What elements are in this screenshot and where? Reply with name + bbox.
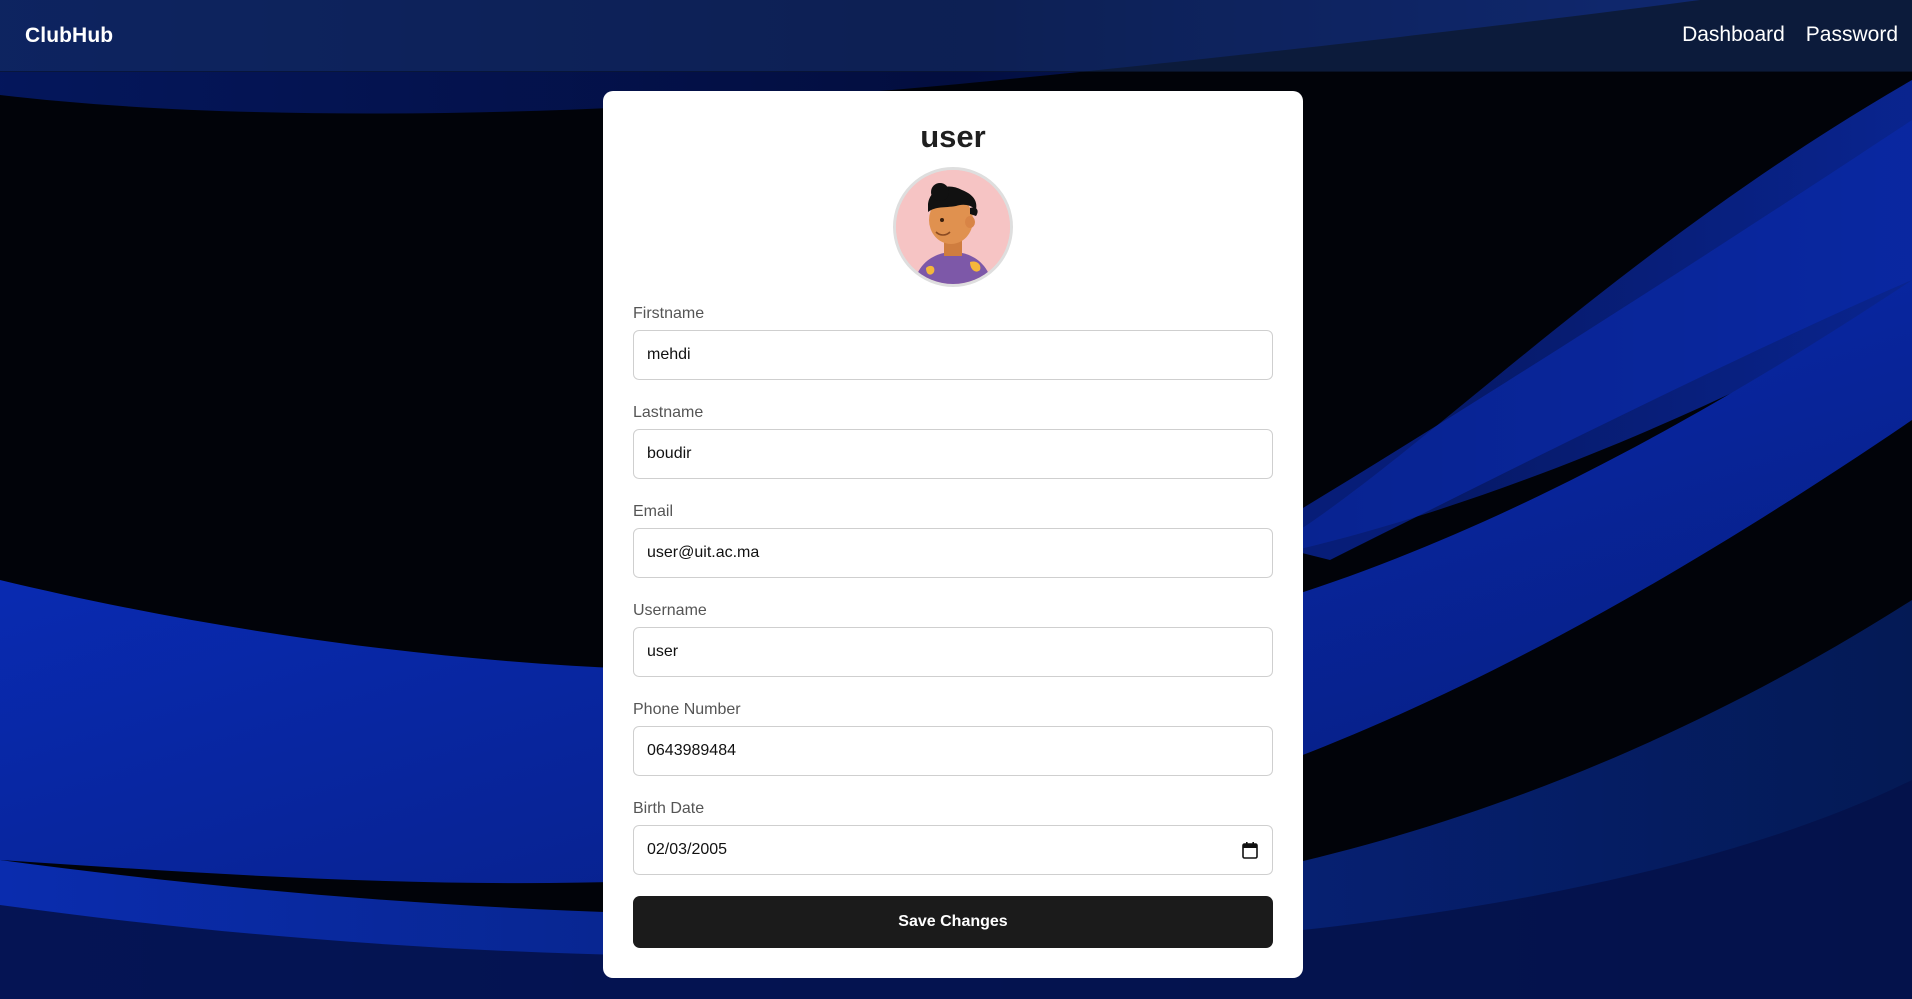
profile-card: user Firstname Lastname: [603, 91, 1303, 978]
lastname-label: Lastname: [633, 404, 704, 421]
calendar-icon[interactable]: [1242, 841, 1258, 859]
firstname-input[interactable]: [633, 330, 1273, 380]
profile-title: user: [920, 119, 986, 154]
birthdate-input[interactable]: 02/03/2005: [633, 825, 1273, 875]
user-avatar-illustration: [896, 170, 1010, 284]
phone-input[interactable]: [633, 726, 1273, 776]
username-label: Username: [633, 602, 707, 619]
firstname-field-group: Firstname: [633, 304, 1273, 380]
phone-field-group: Phone Number: [633, 700, 1273, 776]
birthdate-label: Birth Date: [633, 800, 705, 817]
birthdate-field-group: Birth Date 02/03/2005: [633, 799, 1273, 875]
firstname-label: Firstname: [633, 305, 705, 322]
email-field-group: Email: [633, 502, 1273, 578]
nav-link-dashboard[interactable]: Dashboard: [1682, 23, 1785, 47]
username-field-group: Username: [633, 601, 1273, 677]
email-input[interactable]: [633, 528, 1273, 578]
phone-label: Phone Number: [633, 701, 741, 718]
email-label: Email: [633, 503, 674, 520]
username-input[interactable]: [633, 627, 1273, 677]
brand-logo[interactable]: ClubHub: [25, 24, 113, 48]
save-changes-button[interactable]: Save Changes: [633, 896, 1273, 948]
birthdate-value: 02/03/2005: [647, 841, 728, 858]
nav-link-password[interactable]: Password: [1806, 23, 1898, 47]
avatar: [893, 167, 1013, 287]
nav-links: Dashboard Password: [1682, 23, 1898, 47]
top-navbar: ClubHub Dashboard Password: [0, 0, 1912, 72]
lastname-field-group: Lastname: [633, 403, 1273, 479]
lastname-input[interactable]: [633, 429, 1273, 479]
